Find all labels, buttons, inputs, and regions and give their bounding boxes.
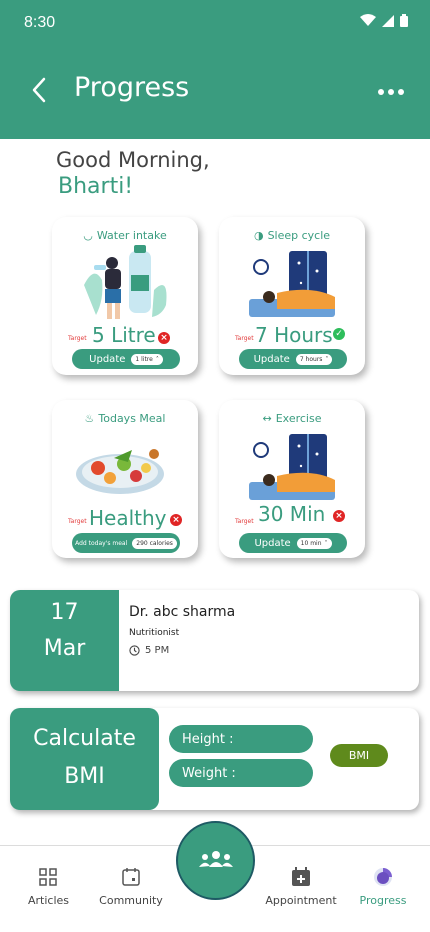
back-button[interactable] (24, 74, 54, 106)
sleep-cycle-card[interactable]: ◑ Sleep cycle Target 7 Hours ✓ Update 7 h… (219, 217, 365, 375)
status-check-icon: ✓ (333, 328, 345, 340)
card-title: ↔ Exercise (262, 412, 322, 425)
grid-icon (39, 868, 57, 886)
meal-target-value: Healthy (89, 506, 167, 530)
bmi-title-block: Calculate BMI (10, 708, 159, 810)
weight-input[interactable]: Weight : (169, 759, 313, 787)
chevron-up-icon: ˄ (155, 355, 159, 363)
page-title: Progress (74, 72, 190, 103)
card-title: ◡ Water intake (83, 229, 167, 242)
bmi-title-line1: Calculate (33, 726, 136, 751)
exercise-update-button[interactable]: Update 10 min ˄ (239, 533, 347, 553)
sleep-amount-select[interactable]: 7 hours ˄ (295, 353, 333, 365)
doctor-role: Nutritionist (129, 628, 180, 638)
target-label: Target (68, 518, 87, 525)
card-title: ◑ Sleep cycle (253, 229, 331, 242)
status-cross-icon: × (170, 514, 182, 526)
status-time: 8:30 (24, 14, 56, 31)
more-options-button[interactable] (376, 80, 406, 104)
appointment-time: 5 PM (129, 645, 169, 656)
exercise-amount-select[interactable]: 10 min ˄ (296, 537, 332, 549)
status-bar: 8:30 (0, 0, 430, 46)
nav-label: Community (99, 894, 163, 907)
water-intake-card[interactable]: ◡ Water intake Target 5 Litre × Update 1 … (52, 217, 198, 375)
water-amount-select[interactable]: 1 litre ˄ (131, 353, 163, 365)
update-label: Update (254, 537, 291, 549)
status-icons (360, 14, 408, 27)
more-dot-icon (398, 89, 404, 95)
sleep-target-value: 7 Hours (255, 323, 333, 347)
appointment-day: 17 (50, 600, 79, 625)
todays-meal-card[interactable]: ♨ Todays Meal Target Healthy × Add today'… (52, 400, 198, 558)
meal-illustration (76, 449, 164, 494)
community-fab-button[interactable] (176, 821, 255, 900)
water-update-button[interactable]: Update 1 litre ˄ (72, 349, 180, 369)
chevron-up-icon: ˄ (325, 355, 329, 363)
sleep-illustration (249, 251, 335, 317)
water-target-value: 5 Litre (92, 323, 156, 347)
exercise-card[interactable]: ↔ Exercise Target 30 Min × Update 10 min ˄ (219, 400, 365, 558)
cutlery-icon: ♨ (84, 412, 95, 425)
chevron-left-icon (32, 77, 46, 103)
update-label: Update (253, 353, 290, 365)
calendar-icon (122, 868, 140, 886)
greeting-text: Good Morning, (56, 148, 210, 172)
appointment-card[interactable]: 17 Mar Dr. abc sharma Nutritionist 5 PM (10, 590, 419, 691)
card-title: ♨ Todays Meal (84, 412, 166, 425)
user-name: Bharti! (58, 174, 134, 199)
app-header: 8:30 Progress (0, 0, 430, 139)
pie-chart-icon (374, 868, 392, 886)
nav-appointment[interactable]: Appointment (262, 866, 340, 907)
nav-label: Appointment (265, 894, 337, 907)
group-icon (198, 850, 233, 867)
moon-icon: ◑ (253, 229, 264, 242)
nav-label: Progress (359, 894, 407, 907)
clock-icon (129, 645, 140, 656)
update-label: Add today's meal (75, 539, 128, 547)
doctor-name: Dr. abc sharma (129, 604, 236, 620)
bmi-title-line2: BMI (64, 764, 105, 789)
water-illustration (84, 245, 167, 319)
calendar-plus-icon (292, 867, 310, 886)
calculate-bmi-button[interactable]: BMI (330, 744, 388, 767)
glass-icon: ◡ (83, 229, 93, 242)
sleep-update-button[interactable]: Update 7 hours ˄ (239, 349, 347, 369)
signal-icon (382, 14, 394, 27)
status-cross-icon: × (158, 332, 170, 344)
bmi-card: Calculate BMI Height : Weight : BMI (10, 708, 419, 810)
nav-progress[interactable]: Progress (356, 866, 410, 907)
nav-articles[interactable]: Articles (28, 866, 70, 907)
exercise-illustration (249, 434, 335, 500)
appointment-date: 17 Mar (10, 590, 119, 691)
dumbbell-icon: ↔ (262, 412, 272, 425)
status-cross-icon: × (333, 510, 345, 522)
chevron-up-icon: ˄ (324, 539, 328, 547)
add-meal-button[interactable]: Add today's meal 290 calories (72, 533, 180, 553)
nav-label: Articles (28, 894, 70, 907)
battery-icon (400, 14, 408, 27)
more-dot-icon (378, 89, 384, 95)
target-label: Target (235, 335, 254, 342)
height-input[interactable]: Height : (169, 725, 313, 753)
exercise-target-value: 30 Min (258, 502, 326, 526)
meal-calories-field[interactable]: 290 calories (132, 537, 177, 549)
more-dot-icon (388, 89, 394, 95)
nav-community[interactable]: Community (96, 866, 166, 907)
wifi-icon (360, 14, 376, 26)
appointment-month: Mar (43, 636, 86, 661)
target-label: Target (235, 518, 254, 525)
update-label: Update (89, 353, 126, 365)
target-label: Target (68, 335, 87, 342)
